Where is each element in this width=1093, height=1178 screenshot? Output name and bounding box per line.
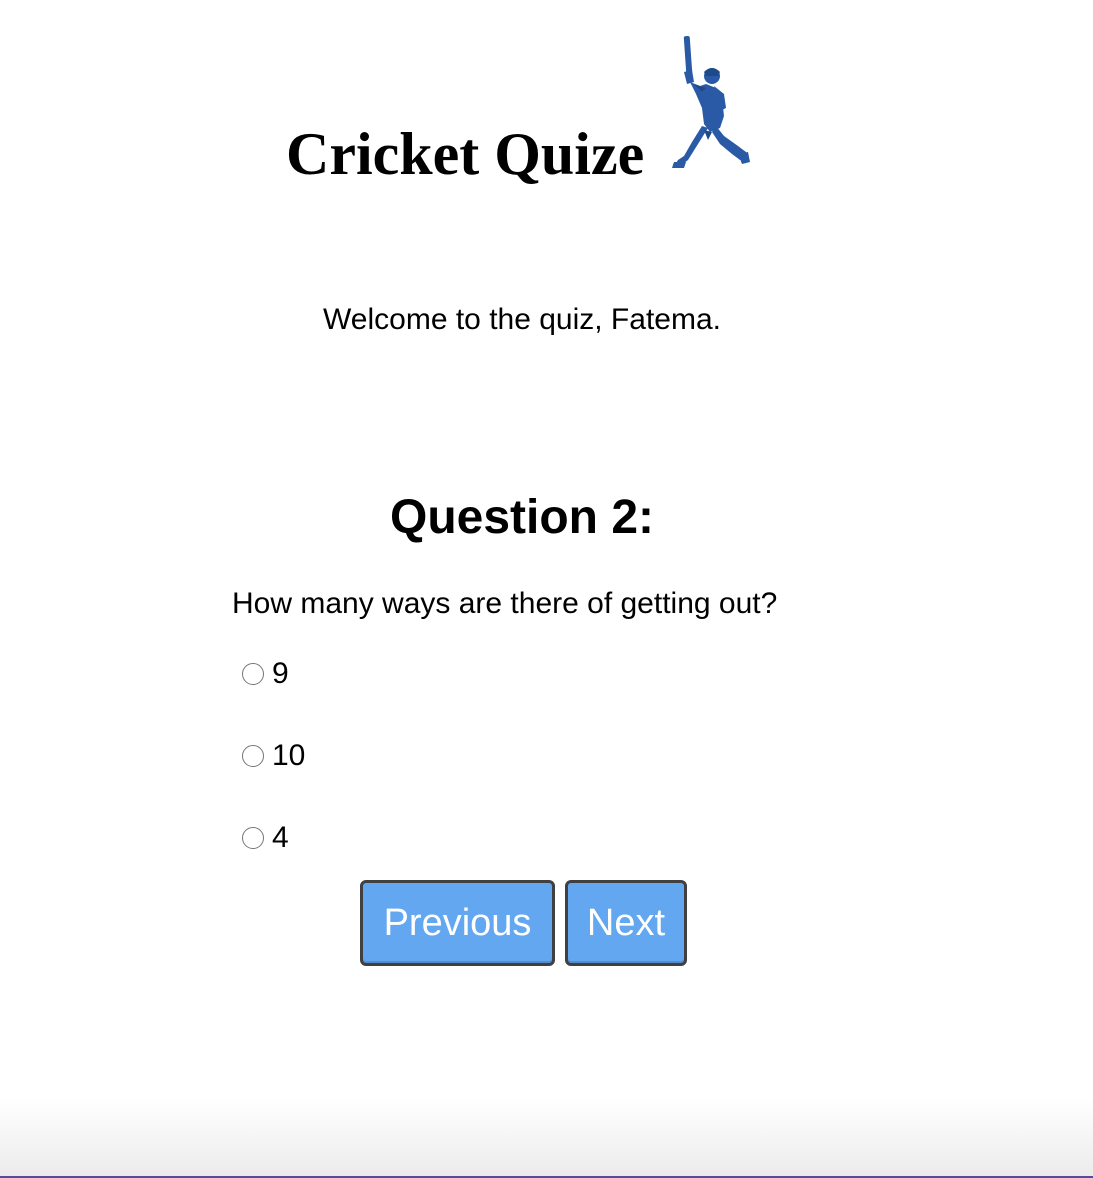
option-label: 10: [272, 739, 306, 772]
answer-option-10[interactable]: 10: [240, 734, 305, 778]
window-bottom-edge: [0, 1098, 1093, 1178]
answer-option-9[interactable]: 9: [240, 652, 289, 696]
previous-button[interactable]: Previous: [360, 880, 555, 966]
welcome-message: Welcome to the quiz, Fatema.: [323, 303, 721, 336]
navigation-buttons: Previous Next: [360, 880, 687, 966]
answer-option-4[interactable]: 4: [240, 816, 289, 860]
header: Cricket Quize: [0, 30, 1093, 200]
question-text: How many ways are there of getting out?: [232, 587, 778, 620]
radio-button[interactable]: [242, 745, 264, 767]
cricket-batsman-icon: [672, 36, 750, 168]
next-button[interactable]: Next: [565, 880, 687, 966]
option-label: 9: [272, 657, 289, 690]
radio-button[interactable]: [242, 827, 264, 849]
page-title: Cricket Quize: [286, 121, 645, 187]
radio-button[interactable]: [242, 663, 264, 685]
option-label: 4: [272, 821, 289, 854]
question-title: Question 2:: [389, 491, 655, 544]
